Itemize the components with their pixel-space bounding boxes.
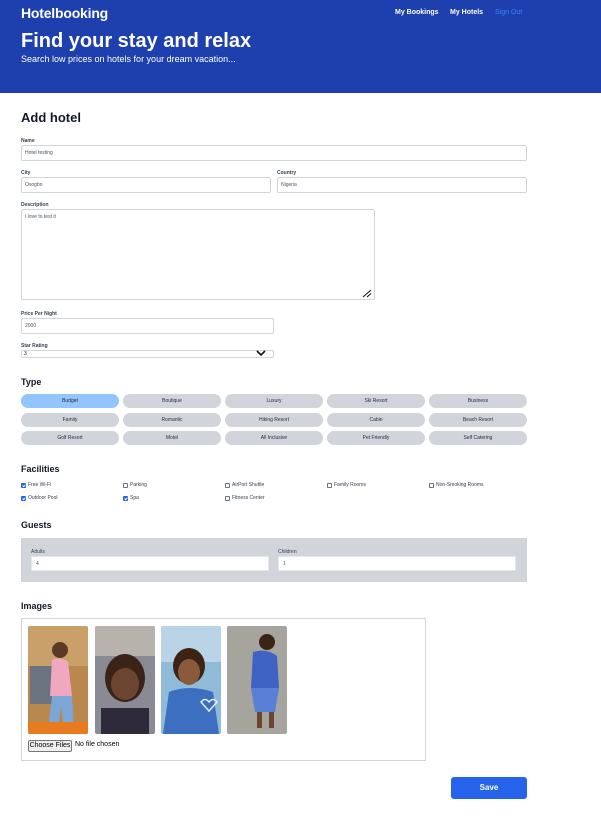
type-chip-beach-resort[interactable]: Beach Resort bbox=[429, 413, 527, 427]
facility-outdoor-pool[interactable]: Outdoor Pool bbox=[21, 495, 57, 501]
type-chip-pet-friendly[interactable]: Pet Friendly bbox=[327, 431, 425, 445]
price-label: Price Per Night bbox=[21, 311, 57, 317]
chevron-down-icon bbox=[256, 350, 266, 357]
children-label: Children bbox=[278, 549, 297, 555]
checkbox[interactable] bbox=[123, 495, 128, 501]
facility-label: Parking bbox=[130, 482, 147, 488]
hotel-image-thumbnail[interactable] bbox=[28, 626, 88, 734]
price-input[interactable] bbox=[21, 318, 274, 334]
country-input[interactable] bbox=[277, 177, 527, 193]
facility-parking[interactable]: Parking bbox=[123, 482, 147, 488]
type-chip-romantic[interactable]: Romantic bbox=[123, 413, 221, 427]
checkbox[interactable] bbox=[21, 495, 26, 501]
type-chip-golf-resort[interactable]: Golf Resort bbox=[21, 431, 119, 445]
hero-title: Find your stay and relax bbox=[21, 30, 252, 52]
type-chip-all-inclusive[interactable]: All Inclusive bbox=[225, 431, 323, 445]
children-input[interactable]: 1 bbox=[278, 556, 516, 571]
facility-label: Free Wi-Fi bbox=[28, 482, 52, 488]
type-chip-budget[interactable]: Budget bbox=[21, 394, 119, 408]
type-section-title: Type bbox=[21, 377, 42, 387]
facility-non-smoking-rooms[interactable]: Non-Smoking Rooms bbox=[429, 482, 484, 488]
images-section-title: Images bbox=[21, 601, 53, 611]
name-input[interactable] bbox=[21, 145, 527, 161]
name-label: Name bbox=[21, 138, 35, 144]
type-chip-ski-resort[interactable]: Ski Resort bbox=[327, 394, 425, 408]
site-logo[interactable]: Hotelbooking bbox=[21, 5, 108, 21]
facility-label: Family Rooms bbox=[334, 482, 366, 488]
facility-free-wifi[interactable]: Free Wi-Fi bbox=[21, 482, 51, 488]
type-chip-business[interactable]: Business bbox=[429, 394, 527, 408]
nav-sign-out[interactable]: Sign Out bbox=[495, 9, 522, 16]
checkbox[interactable] bbox=[225, 482, 230, 488]
adults-label: Adults bbox=[31, 549, 45, 555]
facilities-section-title: Facilities bbox=[21, 464, 60, 474]
type-chip-motel[interactable]: Motel bbox=[123, 431, 221, 445]
site-header: Hotelbooking My Bookings My Hotels Sign … bbox=[0, 0, 601, 93]
checkbox[interactable] bbox=[429, 482, 434, 488]
description-textarea[interactable]: I love to test it bbox=[21, 209, 375, 300]
nav-my-bookings[interactable]: My Bookings bbox=[395, 9, 439, 16]
city-label: City bbox=[21, 170, 31, 176]
star-rating-select[interactable]: 3 bbox=[21, 350, 274, 358]
star-rating-label: Star Rating bbox=[21, 343, 48, 349]
facility-spa[interactable]: Spa bbox=[123, 495, 139, 501]
choose-files-button[interactable]: Choose Files bbox=[28, 740, 72, 752]
page-title: Add hotel bbox=[21, 110, 81, 125]
facility-label: AirPort Shuttle bbox=[232, 482, 265, 488]
facility-airport-shuttle[interactable]: AirPort Shuttle bbox=[225, 482, 264, 488]
save-button[interactable]: Save bbox=[451, 777, 527, 799]
checkbox[interactable] bbox=[225, 495, 230, 501]
facility-family-rooms[interactable]: Family Rooms bbox=[327, 482, 366, 488]
facility-label: Fitness Center bbox=[232, 495, 265, 501]
type-chip-self-catering[interactable]: Self Catering bbox=[429, 431, 527, 445]
nav-my-hotels[interactable]: My Hotels bbox=[450, 9, 483, 16]
no-file-text: No file chosen bbox=[75, 741, 120, 748]
city-input[interactable] bbox=[21, 177, 271, 193]
facility-fitness-center[interactable]: Fitness Center bbox=[225, 495, 265, 501]
type-chip-luxury[interactable]: Luxury bbox=[225, 394, 323, 408]
checkbox[interactable] bbox=[327, 482, 332, 488]
type-chip-boutique[interactable]: Boutique bbox=[123, 394, 221, 408]
guests-panel: Adults 4 Children 1 bbox=[21, 538, 527, 582]
hotel-image-thumbnail[interactable] bbox=[95, 626, 155, 734]
hotel-image-thumbnail[interactable] bbox=[227, 626, 287, 734]
facility-label: Spa bbox=[130, 495, 139, 501]
type-chip-family[interactable]: Family bbox=[21, 413, 119, 427]
checkbox[interactable] bbox=[123, 482, 128, 488]
guests-section-title: Guests bbox=[21, 520, 52, 530]
facility-label: Non-Smoking Rooms bbox=[436, 482, 484, 488]
facility-label: Outdoor Pool bbox=[28, 495, 58, 501]
hero-subtitle: Search low prices on hotels for your dre… bbox=[21, 54, 236, 64]
resize-grip-icon[interactable] bbox=[361, 289, 372, 298]
type-chip-hiking-resort[interactable]: Hiking Resort bbox=[225, 413, 323, 427]
checkbox[interactable] bbox=[21, 482, 26, 488]
type-chip-cabin[interactable]: Cabin bbox=[327, 413, 425, 427]
hotel-image-thumbnail[interactable] bbox=[161, 626, 221, 734]
description-label: Description bbox=[21, 202, 49, 208]
country-label: Country bbox=[277, 170, 297, 176]
adults-input[interactable]: 4 bbox=[31, 556, 269, 571]
